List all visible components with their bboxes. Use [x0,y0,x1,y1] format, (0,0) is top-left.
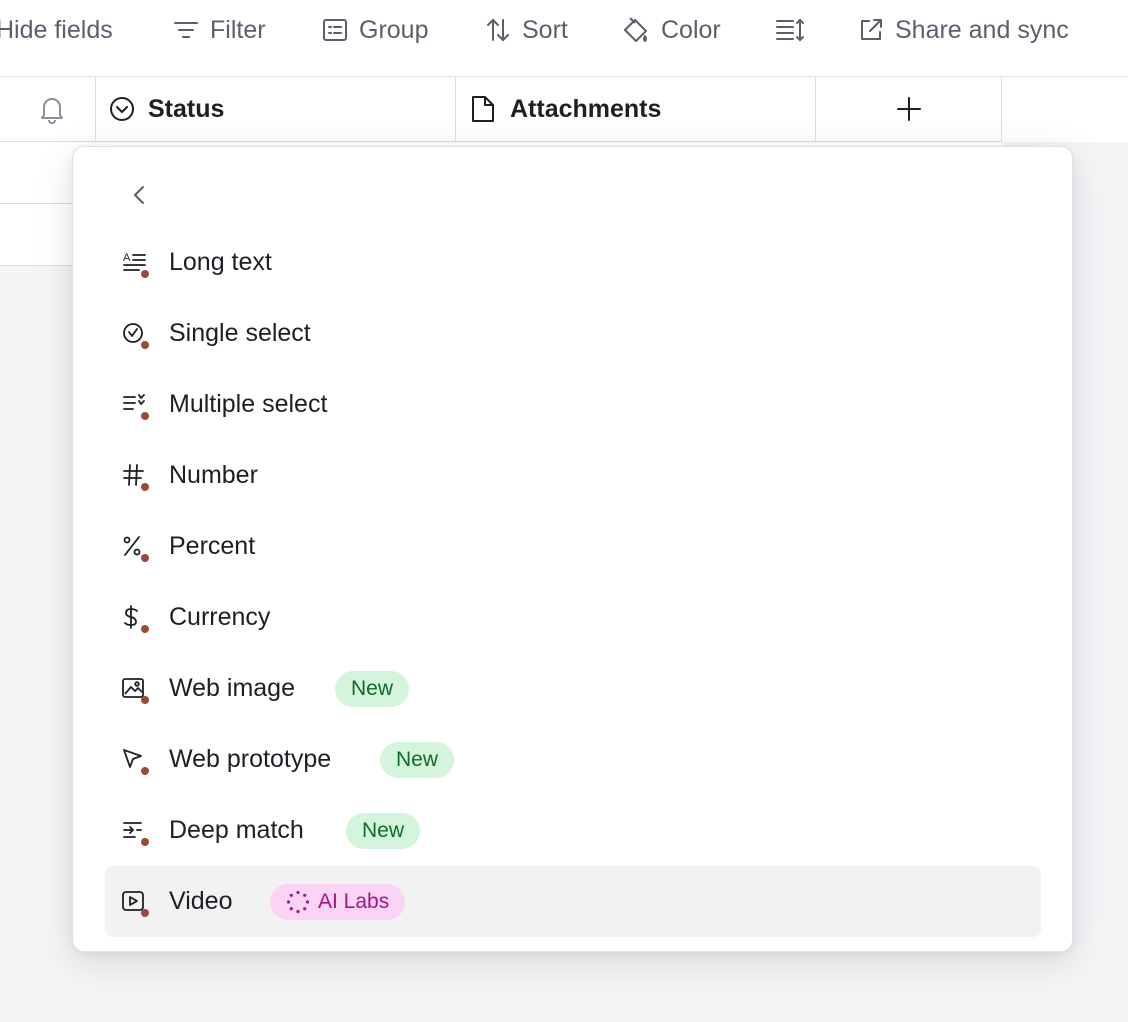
video-icon [121,889,151,919]
attachments-column-header[interactable]: Attachments [456,77,816,142]
field-type-label: Web prototype [169,745,332,773]
field-type-deep-match[interactable]: Deep match New [105,795,1041,866]
svg-text:A: A [123,252,131,264]
hide-fields-button[interactable]: Hide fields [0,12,113,48]
row-height-icon [776,18,804,42]
field-type-label: Multiple select [169,390,328,418]
field-type-web-prototype[interactable]: Web prototype New [105,724,1041,795]
number-icon [121,463,151,493]
share-sync-label: Share and sync [895,15,1069,44]
filter-button[interactable]: Filter [172,12,266,48]
single-select-field-icon [110,97,134,121]
field-type-label: Percent [169,532,256,560]
sort-label: Sort [522,15,568,44]
chevron-left-icon [134,186,144,204]
document-icon [472,96,494,122]
status-column-header[interactable]: Status [96,77,456,142]
filter-label: Filter [210,15,266,44]
new-badge: New [346,813,421,849]
status-column-label: Status [148,94,225,123]
field-type-menu: A Long text Single select Multiple selec… [72,146,1073,952]
field-type-label: Deep match [169,816,304,844]
attachments-column-label: Attachments [510,94,662,123]
bell-icon [40,98,63,124]
field-type-label: Video [169,887,233,915]
view-toolbar: Hide fields Filter Group Sort Color Shar… [0,0,1128,77]
field-type-currency[interactable]: Currency [105,582,1041,653]
web-prototype-icon [121,747,151,777]
multiple-select-icon [121,392,151,422]
back-button[interactable] [121,177,157,213]
paint-bucket-icon [624,17,647,42]
group-button[interactable]: Group [321,12,428,48]
sort-button[interactable]: Sort [484,12,568,48]
filter-icon [174,22,198,38]
external-link-icon [861,19,882,40]
field-type-label: Web image [169,674,295,702]
ai-labs-badge: AI Labs [270,884,406,920]
field-type-label: Single select [169,319,311,347]
field-type-video[interactable]: Video AI Labs [105,866,1041,937]
plus-icon [896,97,921,121]
share-sync-button[interactable]: Share and sync [857,12,1069,48]
field-type-label: Long text [169,248,272,276]
new-badge: New [335,671,410,707]
field-type-label: Number [169,461,258,489]
long-text-icon: A [121,250,151,280]
color-label: Color [661,15,721,44]
new-badge: New [380,742,455,778]
field-type-single-select[interactable]: Single select [105,298,1041,369]
color-button[interactable]: Color [621,12,721,48]
group-label: Group [359,15,429,44]
row-height-button[interactable] [775,12,805,48]
notification-column-header[interactable] [0,77,96,142]
sparkle-ring-icon [286,890,310,914]
currency-icon [121,605,151,635]
field-type-long-text[interactable]: A Long text [105,227,1041,298]
add-field-button[interactable] [816,77,1002,142]
field-type-percent[interactable]: Percent [105,511,1041,582]
ai-labs-label: AI Labs [318,890,390,913]
single-select-icon [121,321,151,351]
percent-icon [121,534,151,564]
sort-icon [487,19,509,41]
field-type-multiple-select[interactable]: Multiple select [105,369,1041,440]
field-type-web-image[interactable]: Web image New [105,653,1041,724]
field-type-number[interactable]: Number [105,440,1041,511]
group-icon [323,19,347,41]
web-image-icon [121,676,151,706]
hide-fields-label: Hide fields [0,15,113,44]
deep-match-icon [121,818,151,848]
field-type-label: Currency [169,603,271,631]
